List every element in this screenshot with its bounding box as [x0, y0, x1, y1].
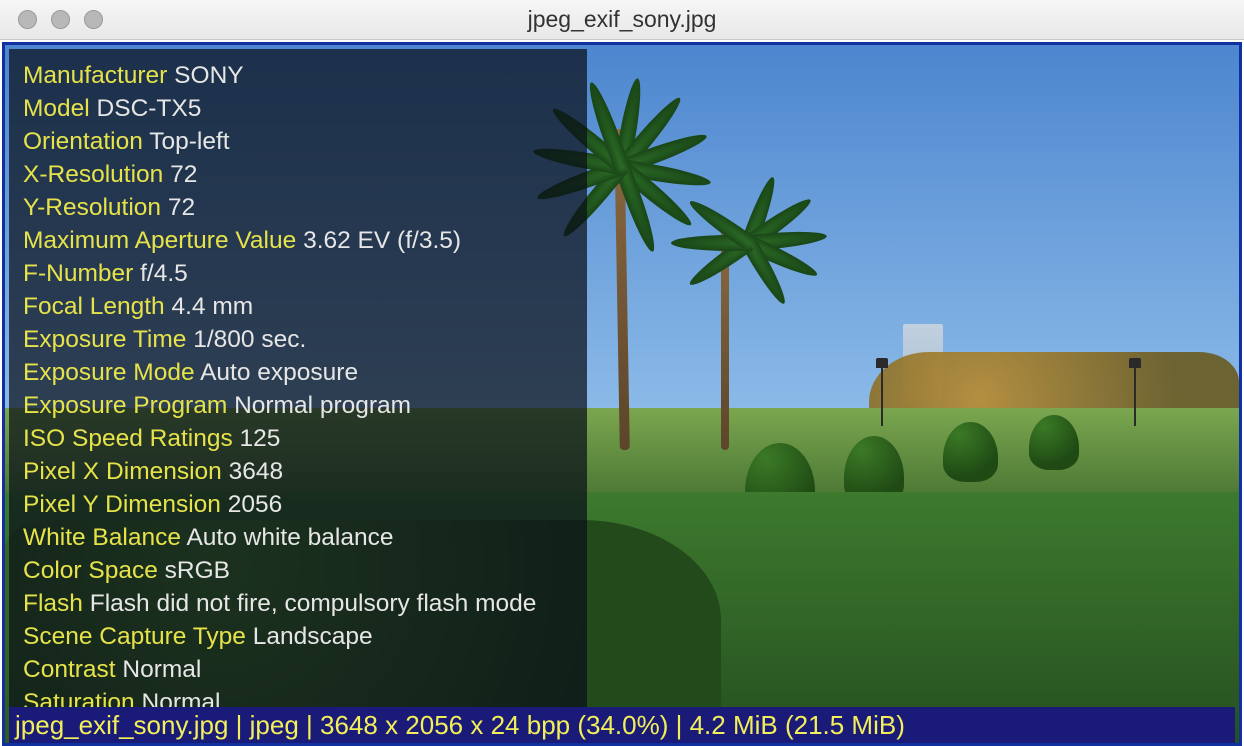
exif-key: Flash: [23, 590, 83, 617]
exif-key: Maximum Aperture Value: [23, 227, 296, 254]
exif-value: Landscape: [253, 623, 373, 650]
status-filesize: 4.2 MiB (21.5 MiB): [690, 710, 905, 740]
exif-row-pixel-x: Pixel X Dimension 3648: [23, 455, 573, 488]
exif-value: 3.62 EV (f/3.5): [303, 227, 461, 254]
exif-key: White Balance: [23, 524, 181, 551]
exif-value: Normal: [122, 656, 201, 683]
exif-row-orientation: Orientation Top-left: [23, 125, 573, 158]
exif-row-exposure-program: Exposure Program Normal program: [23, 389, 573, 422]
exif-value: Flash did not fire, compulsory flash mod…: [90, 590, 537, 617]
status-separator: |: [228, 710, 249, 740]
status-separator: |: [668, 710, 689, 740]
image-viewport[interactable]: Manufacturer SONY Model DSC-TX5 Orientat…: [2, 42, 1242, 746]
content-area: Manufacturer SONY Model DSC-TX5 Orientat…: [0, 40, 1244, 746]
exif-key: Exposure Program: [23, 392, 227, 419]
exif-value: f/4.5: [140, 260, 188, 287]
exif-value: Normal program: [234, 392, 411, 419]
close-window-button[interactable]: [18, 10, 37, 29]
exif-row-exposure-mode: Exposure Mode Auto exposure: [23, 356, 573, 389]
exif-row-manufacturer: Manufacturer SONY: [23, 59, 573, 92]
status-format: jpeg: [250, 710, 299, 740]
exif-key: Exposure Time: [23, 326, 186, 353]
exif-value: DSC-TX5: [97, 95, 202, 122]
exif-row-white-balance: White Balance Auto white balance: [23, 521, 573, 554]
exif-key: Manufacturer: [23, 62, 167, 89]
exif-key: F-Number: [23, 260, 133, 287]
status-dimensions: 3648 x 2056 x 24 bpp (34.0%): [320, 710, 668, 740]
exif-value: Auto exposure: [200, 359, 358, 386]
exif-value: 4.4 mm: [171, 293, 253, 320]
exif-row-iso: ISO Speed Ratings 125: [23, 422, 573, 455]
exif-key: Scene Capture Type: [23, 623, 246, 650]
exif-key: Orientation: [23, 128, 143, 155]
window-title: jpeg_exif_sony.jpg: [528, 6, 717, 33]
exif-row-contrast: Contrast Normal: [23, 653, 573, 686]
window: jpeg_exif_sony.jpg: [0, 0, 1244, 746]
exif-key: ISO Speed Ratings: [23, 425, 233, 452]
exif-value: 72: [168, 194, 195, 221]
statusbar: jpeg_exif_sony.jpg | jpeg | 3648 x 2056 …: [9, 707, 1235, 743]
minimize-window-button[interactable]: [51, 10, 70, 29]
exif-row-y-resolution: Y-Resolution 72: [23, 191, 573, 224]
exif-value: 72: [170, 161, 197, 188]
exif-overlay: Manufacturer SONY Model DSC-TX5 Orientat…: [9, 49, 587, 746]
exif-value: 125: [240, 425, 281, 452]
exif-key: Pixel Y Dimension: [23, 491, 221, 518]
exif-row-exposure-time: Exposure Time 1/800 sec.: [23, 323, 573, 356]
exif-key: X-Resolution: [23, 161, 163, 188]
exif-key: Contrast: [23, 656, 116, 683]
exif-value: Top-left: [149, 128, 229, 155]
status-separator: |: [299, 710, 320, 740]
exif-value: 1/800 sec.: [193, 326, 306, 353]
traffic-lights: [0, 10, 103, 29]
exif-row-scene-capture: Scene Capture Type Landscape: [23, 620, 573, 653]
titlebar[interactable]: jpeg_exif_sony.jpg: [0, 0, 1244, 40]
exif-row-pixel-y: Pixel Y Dimension 2056: [23, 488, 573, 521]
exif-key: Color Space: [23, 557, 158, 584]
exif-row-color-space: Color Space sRGB: [23, 554, 573, 587]
exif-value: sRGB: [165, 557, 230, 584]
exif-row-model: Model DSC-TX5: [23, 92, 573, 125]
exif-key: Y-Resolution: [23, 194, 161, 221]
exif-row-focal-length: Focal Length 4.4 mm: [23, 290, 573, 323]
exif-key: Exposure Mode: [23, 359, 195, 386]
exif-key: Pixel X Dimension: [23, 458, 222, 485]
photo-lamp: [881, 366, 883, 426]
maximize-window-button[interactable]: [84, 10, 103, 29]
exif-value: 3648: [229, 458, 284, 485]
exif-row-x-resolution: X-Resolution 72: [23, 158, 573, 191]
status-text: jpeg_exif_sony.jpg | jpeg | 3648 x 2056 …: [15, 710, 905, 741]
exif-value: 2056: [228, 491, 283, 518]
exif-row-f-number: F-Number f/4.5: [23, 257, 573, 290]
exif-value: SONY: [174, 62, 243, 89]
exif-key: Model: [23, 95, 90, 122]
exif-value: Auto white balance: [186, 524, 393, 551]
exif-key: Focal Length: [23, 293, 165, 320]
photo-lamp: [1134, 366, 1136, 426]
status-filename: jpeg_exif_sony.jpg: [15, 710, 228, 740]
exif-row-max-aperture: Maximum Aperture Value 3.62 EV (f/3.5): [23, 224, 573, 257]
exif-row-flash: Flash Flash did not fire, compulsory fla…: [23, 587, 573, 620]
